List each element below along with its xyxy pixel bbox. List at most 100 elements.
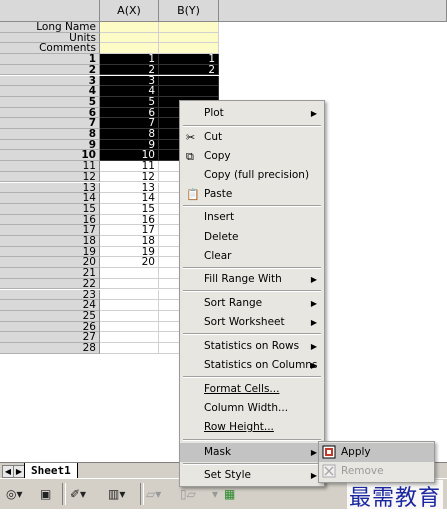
table-cell-b[interactable] — [159, 86, 219, 97]
table-cell-a[interactable]: 16 — [100, 214, 159, 226]
menu-item-column-width[interactable]: Column Width... — [180, 399, 324, 418]
menu-item-statistics-on-columns[interactable]: Statistics on Columns ▶ — [180, 356, 324, 375]
table-cell-a[interactable]: 12 — [100, 171, 159, 183]
menu-separator — [183, 205, 321, 207]
menu-separator — [183, 376, 321, 378]
sheet-tab-sheet1[interactable]: Sheet1 — [24, 463, 78, 479]
table-cell-a[interactable]: 1 — [100, 54, 159, 65]
green-tool-icon[interactable]: ▦ — [224, 485, 235, 503]
row-header[interactable]: 5 — [0, 97, 100, 108]
disabled-tool-icon: ▾ — [212, 487, 219, 501]
table-cell-a[interactable]: 10 — [100, 150, 159, 162]
column-header-a[interactable]: A(X) — [100, 0, 159, 22]
menu-item-format-cells[interactable]: Format Cells... — [180, 380, 324, 399]
toolbar-separator — [62, 483, 66, 505]
table-cell-a[interactable]: 20 — [100, 257, 159, 269]
mask-remove-icon — [322, 464, 336, 478]
table-cell-a[interactable] — [100, 310, 159, 322]
radio-tool-icon[interactable]: ◎▾ — [6, 485, 23, 503]
paste-icon: 📋 — [186, 188, 200, 201]
table-cell-a[interactable]: 7 — [100, 118, 159, 129]
menu-item-fill-range-with[interactable]: Fill Range With ▶ — [180, 270, 324, 289]
row-header-meta[interactable]: Comments — [0, 43, 100, 55]
row-header[interactable]: 15 — [0, 204, 100, 215]
scissors-icon: ✂ — [186, 131, 196, 144]
row-header[interactable]: 2 — [0, 65, 100, 76]
row-header[interactable]: 22 — [0, 279, 100, 290]
row-header[interactable]: 1 — [0, 54, 100, 65]
menu-item-sort-range[interactable]: Sort Range ▶ — [180, 294, 324, 313]
menu-item-mask-remove[interactable]: Remove — [319, 462, 434, 481]
meta-cell[interactable] — [100, 43, 159, 55]
submenu-arrow-icon: ▶ — [310, 471, 317, 480]
row-header[interactable]: 12 — [0, 172, 100, 183]
table-cell-a[interactable] — [100, 289, 159, 301]
meta-cell[interactable] — [159, 22, 219, 33]
meta-cell[interactable] — [100, 32, 159, 44]
menu-item-mask-apply[interactable]: Apply — [319, 443, 434, 462]
meta-cell[interactable] — [159, 43, 219, 55]
menu-separator — [183, 333, 321, 335]
row-header[interactable]: 4 — [0, 86, 100, 97]
table-cell-b[interactable]: 1 — [159, 54, 219, 65]
table-cell-a[interactable] — [100, 321, 159, 333]
table-cell-a[interactable] — [100, 332, 159, 343]
table-cell-a[interactable] — [100, 300, 159, 311]
table-cell-b[interactable]: 2 — [159, 64, 219, 76]
table-cell-a[interactable]: 6 — [100, 107, 159, 119]
menu-item-delete[interactable]: Delete — [180, 228, 324, 247]
table-cell-a[interactable] — [100, 343, 159, 354]
table-cell-a[interactable]: 5 — [100, 96, 159, 108]
menu-separator — [183, 267, 321, 269]
layer-tool-icon[interactable]: ▥▾ — [108, 485, 125, 503]
meta-cell[interactable] — [159, 32, 219, 44]
row-header[interactable]: 7 — [0, 118, 100, 129]
menu-item-insert[interactable]: Insert — [180, 208, 324, 227]
table-cell-b[interactable] — [159, 75, 219, 87]
table-cell-a[interactable]: 14 — [100, 193, 159, 204]
column-header-b[interactable]: B(Y) — [159, 0, 219, 22]
table-cell-a[interactable]: 18 — [100, 236, 159, 247]
table-cell-a[interactable]: 2 — [100, 64, 159, 76]
row-header[interactable]: 8 — [0, 129, 100, 140]
submenu-arrow-icon: ▶ — [310, 361, 317, 370]
row-header[interactable]: 6 — [0, 107, 100, 119]
table-cell-a[interactable]: 19 — [100, 246, 159, 258]
menu-separator — [183, 290, 321, 292]
menu-item-mask[interactable]: Mask ▶ — [180, 443, 324, 462]
plot-tool-icon[interactable]: ✐▾ — [70, 485, 86, 503]
table-cell-a[interactable]: 17 — [100, 225, 159, 236]
table-cell-a[interactable]: 15 — [100, 203, 159, 215]
table-cell-a[interactable]: 9 — [100, 139, 159, 151]
menu-item-statistics-on-rows[interactable]: Statistics on Rows ▶ — [180, 337, 324, 356]
table-cell-a[interactable]: 11 — [100, 161, 159, 172]
row-header[interactable]: 3 — [0, 75, 100, 87]
table-cell-a[interactable] — [100, 278, 159, 290]
tool-icon[interactable]: ▣ — [40, 485, 51, 503]
submenu-arrow-icon: ▶ — [310, 448, 317, 457]
menu-item-set-style[interactable]: Set Style ▶ — [180, 466, 324, 485]
meta-cell[interactable] — [100, 22, 159, 33]
table-cell-a[interactable]: 13 — [100, 182, 159, 194]
mask-submenu: Apply Remove — [318, 441, 435, 483]
table-cell-a[interactable]: 3 — [100, 75, 159, 87]
menu-item-copy[interactable]: ⧉ Copy — [180, 147, 324, 166]
menu-item-cut[interactable]: ✂ Cut — [180, 128, 324, 147]
row-header[interactable]: 28 — [0, 343, 100, 354]
menu-item-sort-worksheet[interactable]: Sort Worksheet ▶ — [180, 313, 324, 332]
menu-item-row-height[interactable]: Row Height... — [180, 418, 324, 437]
menu-item-copy-full-precision[interactable]: Copy (full precision) — [180, 166, 324, 185]
table-cell-a[interactable]: 8 — [100, 129, 159, 140]
menu-item-plot[interactable]: Plot ▶ — [180, 104, 324, 123]
menu-item-paste[interactable]: 📋 Paste — [180, 185, 324, 204]
menu-item-clear[interactable]: Clear — [180, 247, 324, 266]
table-cell-a[interactable] — [100, 268, 159, 279]
disabled-tool-icon: ▱▾ — [146, 487, 162, 501]
worksheet-corner[interactable] — [0, 0, 100, 22]
menu-separator — [183, 439, 321, 441]
copy-icon: ⧉ — [186, 150, 194, 163]
watermark: 最需教育 — [346, 480, 443, 512]
mask-apply-icon — [322, 445, 336, 459]
table-cell-a[interactable]: 4 — [100, 86, 159, 97]
row-header[interactable]: 25 — [0, 311, 100, 322]
